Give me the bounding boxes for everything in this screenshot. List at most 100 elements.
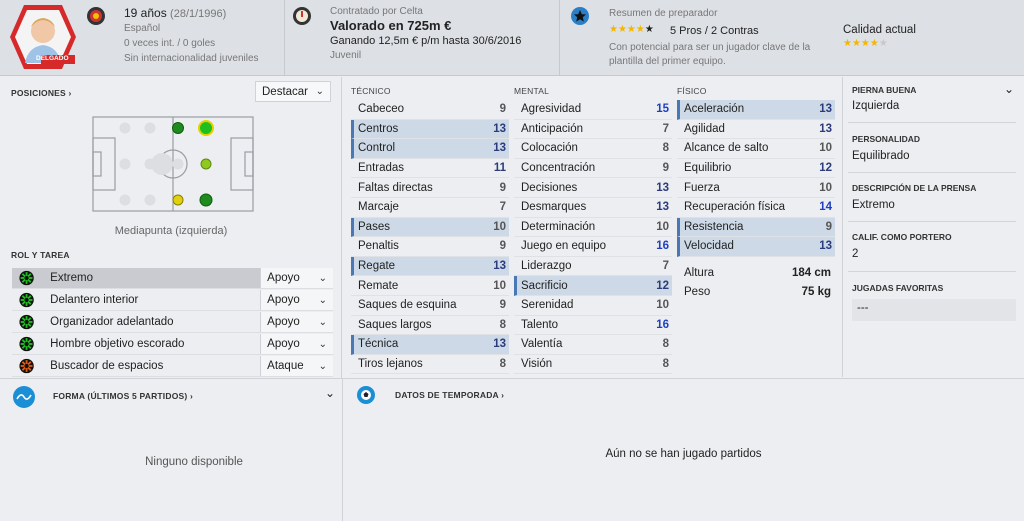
attribute-name: Aceleración: [684, 103, 745, 116]
role-row[interactable]: Extremo Apoyo ⌄: [12, 268, 333, 289]
attribute-value: 9: [499, 299, 506, 312]
attribute-row-mental[interactable]: Juego en equipo 16: [514, 237, 672, 257]
form-empty-message: Ninguno disponible: [145, 456, 243, 468]
preferred-foot-label: PIERNA BUENA: [852, 85, 917, 95]
attribute-row-tecnico[interactable]: Técnica 13: [351, 335, 509, 355]
attribute-name: Visión: [521, 358, 553, 371]
attribute-value: 10: [819, 142, 832, 155]
season-stats-title[interactable]: DATOS DE TEMPORADA ›: [395, 390, 504, 400]
role-row[interactable]: Organizador adelantado Apoyo ⌄: [12, 312, 333, 333]
attribute-value: 12: [656, 279, 669, 292]
attribute-row-tecnico[interactable]: Centros 13: [351, 119, 509, 140]
highlight-dropdown[interactable]: Destacar ⌄: [255, 81, 331, 102]
duty-dropdown[interactable]: Ataque ⌄: [260, 356, 333, 376]
attribute-value: 10: [493, 279, 506, 292]
attribute-name: Tiros lejanos: [358, 358, 423, 371]
attribute-row-fisico[interactable]: Aceleración 13: [677, 100, 835, 120]
role-row[interactable]: Hombre objetivo escorado Apoyo ⌄: [12, 334, 333, 355]
attribute-name: Serenidad: [521, 299, 574, 312]
attribute-row-tecnico[interactable]: Marcaje 7: [351, 198, 509, 218]
favorite-moves-value: ---: [852, 299, 1016, 321]
attribute-row-fisico[interactable]: Velocidad 13: [677, 237, 835, 257]
attribute-row-tecnico[interactable]: Penaltis 9: [351, 237, 509, 257]
attribute-name: Marcaje: [358, 201, 399, 214]
attribute-row-fisico[interactable]: Fuerza 10: [677, 178, 835, 198]
attribute-row-tecnico[interactable]: Saques de esquina 9: [351, 296, 509, 316]
weight-value: 75 kg: [801, 286, 831, 298]
attribute-row-mental[interactable]: Liderazgo 7: [514, 257, 672, 277]
position-dots[interactable]: [92, 116, 254, 212]
attribute-row-tecnico[interactable]: Entradas 11: [351, 159, 509, 179]
attribute-value: 11: [493, 162, 506, 175]
attribute-row-mental[interactable]: Decisiones 13: [514, 178, 672, 198]
attribute-row-mental[interactable]: Agresividad 15: [514, 100, 672, 120]
attribute-name: Regate: [358, 260, 396, 273]
attribute-row-mental[interactable]: Anticipación 7: [514, 120, 672, 140]
highlight-label: Destacar: [262, 85, 309, 98]
role-suitability-icon: [19, 292, 34, 308]
form-chevron-icon[interactable]: ⌄: [325, 386, 335, 400]
player-age: 19 años: [124, 6, 167, 20]
duty-dropdown[interactable]: Apoyo ⌄: [260, 312, 333, 332]
attribute-row-mental[interactable]: Visión 8: [514, 355, 672, 375]
attribute-row-mental[interactable]: Desmarques 13: [514, 198, 672, 218]
personality-section: PERSONALIDAD Equilibrado: [852, 134, 1016, 162]
attribute-value: 8: [499, 318, 506, 331]
attribute-row-mental[interactable]: Sacrificio 12: [514, 276, 672, 296]
role-row[interactable]: Buscador de espacios Ataque ⌄: [12, 356, 333, 377]
attribute-row-tecnico[interactable]: Remate 10: [351, 276, 509, 296]
form-title[interactable]: FORMA (ÚLTIMOS 5 PARTIDOS) ›: [53, 391, 193, 401]
attribute-value: 8: [499, 358, 506, 371]
duty-dropdown[interactable]: Apoyo ⌄: [260, 290, 333, 310]
chevron-down-icon: ⌄: [318, 272, 327, 284]
season-ball-icon: [357, 386, 375, 404]
duty-dropdown[interactable]: Apoyo ⌄: [260, 334, 333, 354]
attribute-row-mental[interactable]: Talento 16: [514, 316, 672, 336]
attribute-row-tecnico[interactable]: Control 13: [351, 139, 509, 159]
form-chart-icon: [13, 386, 35, 408]
attribute-name: Determinación: [521, 220, 596, 233]
favorite-moves-label: JUGADAS FAVORITAS: [852, 283, 944, 293]
attribute-value: 9: [662, 162, 669, 175]
chevron-down-icon: ⌄: [318, 294, 327, 306]
attribute-row-mental[interactable]: Concentración 9: [514, 159, 672, 179]
attribute-row-mental[interactable]: Serenidad 10: [514, 296, 672, 316]
position-caption: Mediapunta (izquierda): [114, 225, 228, 237]
role-row[interactable]: Delantero interior Apoyo ⌄: [12, 290, 333, 311]
attribute-row-mental[interactable]: Colocación 8: [514, 139, 672, 159]
attribute-value: 7: [662, 122, 669, 135]
attribute-row-fisico[interactable]: Recuperación física 14: [677, 198, 835, 218]
collapse-chevron-icon[interactable]: ⌄: [1004, 82, 1014, 96]
coach-star-icon[interactable]: [570, 6, 590, 26]
duty-dropdown[interactable]: Apoyo ⌄: [260, 268, 333, 288]
attribute-value: 10: [656, 299, 669, 312]
attribute-value: 15: [656, 103, 669, 116]
attribute-value: 13: [493, 338, 506, 351]
attribute-row-fisico[interactable]: Resistencia 9: [677, 217, 835, 238]
attribute-row-tecnico[interactable]: Faltas directas 9: [351, 178, 509, 198]
attribute-value: 14: [819, 201, 832, 214]
attribute-row-fisico[interactable]: Agilidad 13: [677, 120, 835, 140]
attribute-row-tecnico[interactable]: Regate 13: [351, 256, 509, 277]
attribute-row-mental[interactable]: Determinación 10: [514, 218, 672, 238]
attribute-row-tecnico[interactable]: Tiros lejanos 8: [351, 355, 509, 375]
player-name-tag: DELGADO: [36, 55, 69, 62]
attribute-row-mental[interactable]: Valentía 8: [514, 335, 672, 355]
roles-title: ROL Y TAREA: [11, 250, 70, 260]
attribute-name: Liderazgo: [521, 260, 572, 273]
attribute-row-tecnico[interactable]: Cabeceo 9: [351, 100, 509, 120]
press-label: DESCRIPCIÓN DE LA PRENSA: [852, 183, 977, 193]
attribute-name: Centros: [358, 122, 399, 135]
attribute-row-tecnico[interactable]: Pases 10: [351, 217, 509, 238]
attribute-row-fisico[interactable]: Equilibrio 12: [677, 159, 835, 179]
attribute-row-fisico[interactable]: Alcance de salto 10: [677, 139, 835, 159]
gk-rating-value: 2: [852, 248, 859, 260]
attribute-value: 13: [656, 181, 669, 194]
height-value: 184 cm: [791, 267, 831, 279]
personality-value: Equilibrado: [852, 150, 910, 162]
chevron-down-icon: ⌄: [318, 338, 327, 350]
positions-title[interactable]: POSICIONES ›: [11, 88, 72, 98]
contract-icon: [293, 7, 311, 25]
attribute-name: Saques largos: [358, 318, 432, 331]
attribute-row-tecnico[interactable]: Saques largos 8: [351, 316, 509, 336]
